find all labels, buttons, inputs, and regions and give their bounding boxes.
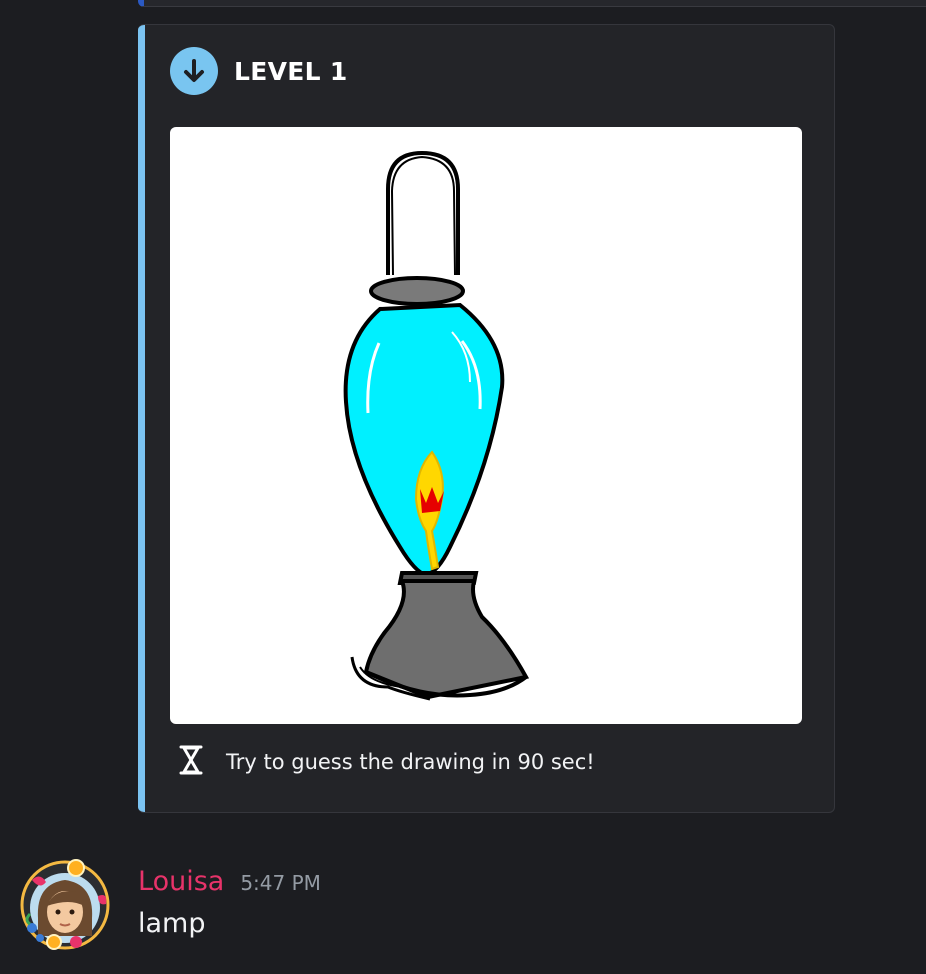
- embed-header: LEVEL 1: [170, 47, 348, 95]
- drawing-image[interactable]: [170, 127, 802, 724]
- hourglass-icon: [178, 745, 204, 779]
- message-header: Louisa 5:47 PM: [138, 866, 321, 897]
- lava-lamp-drawing: [343, 150, 530, 701]
- user-avatar[interactable]: [18, 858, 112, 952]
- username[interactable]: Louisa: [138, 866, 224, 897]
- embed-title: LEVEL 1: [234, 56, 348, 86]
- chat-view: LEVEL 1 Try to guess the drawing in 90 s…: [0, 0, 926, 974]
- embed-accent-bar: [138, 25, 145, 812]
- arrow-down-circle-icon: [170, 47, 218, 95]
- timestamp[interactable]: 5:47 PM: [240, 871, 321, 895]
- previous-embed-edge: [138, 0, 926, 7]
- game-embed: LEVEL 1 Try to guess the drawing in 90 s…: [138, 24, 835, 813]
- chat-message: Louisa 5:47 PM lamp: [0, 850, 926, 974]
- embed-footer: Try to guess the drawing in 90 sec!: [178, 744, 595, 780]
- embed-footer-text: Try to guess the drawing in 90 sec!: [226, 750, 595, 774]
- message-content: lamp: [138, 908, 206, 939]
